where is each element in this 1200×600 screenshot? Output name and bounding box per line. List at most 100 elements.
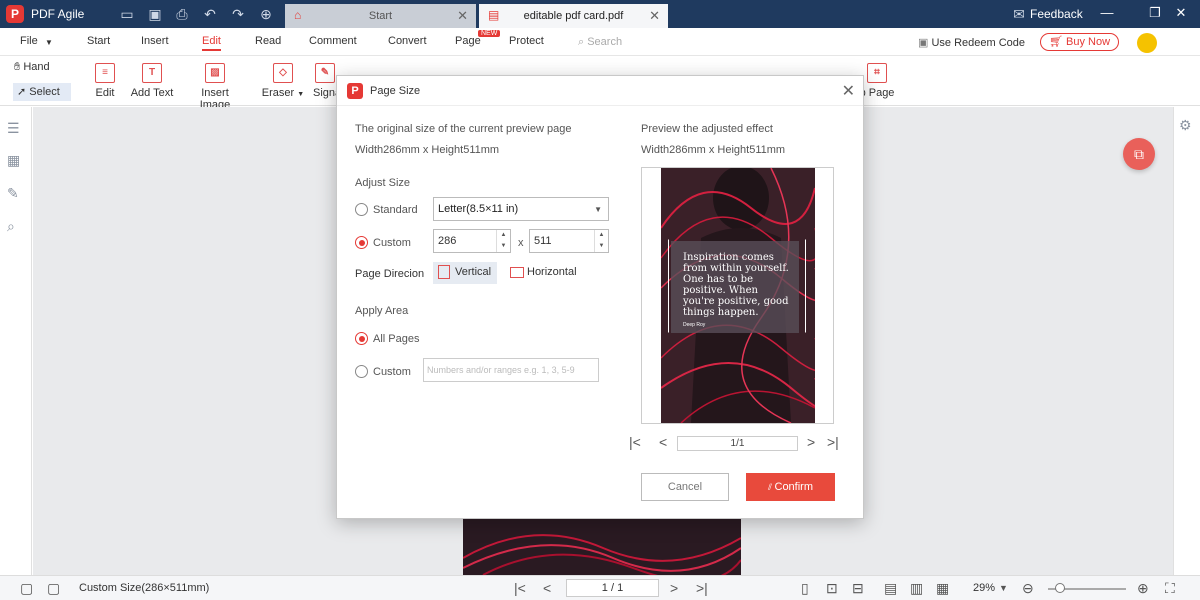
confirm-label: Confirm	[774, 481, 814, 493]
tab-document[interactable]: ▤ editable pdf card.pdf ✕	[479, 4, 668, 28]
thumbnails-icon[interactable]: ▦	[7, 152, 25, 168]
zoom-slider-handle[interactable]	[1055, 583, 1065, 593]
fullscreen-icon[interactable]: ⛶	[1165, 580, 1175, 597]
chevron-down-icon: ▼	[594, 205, 602, 214]
app-logo-icon: P	[347, 83, 363, 99]
new-badge: NEW	[478, 30, 501, 37]
print-icon[interactable]: ⎙	[173, 5, 191, 23]
search-input[interactable]: ⌕ Search	[578, 36, 622, 49]
dialog-header: P Page Size ✕	[337, 76, 863, 106]
page-icon[interactable]: ▢	[47, 580, 60, 597]
search-icon: ⌕	[578, 36, 588, 48]
close-icon[interactable]: ✕	[842, 81, 855, 101]
previous-page-icon[interactable]: <	[659, 434, 667, 450]
zoom-out-icon[interactable]: ⊖	[1022, 580, 1034, 597]
tab-start[interactable]: ⌂ Start ✕	[285, 4, 476, 28]
fit-page-icon[interactable]: ⊡	[826, 580, 838, 597]
single-page-view-icon[interactable]: ▯	[801, 580, 809, 597]
chevron-down-icon[interactable]: ▼	[999, 583, 1008, 593]
page-range-input[interactable]: Numbers and/or ranges e.g. 1, 3, 5-9	[423, 358, 599, 382]
insert-image-button[interactable]: ▨ Insert Image	[185, 63, 245, 111]
hand-label: Hand	[23, 61, 50, 73]
redo-icon[interactable]: ↷	[229, 5, 247, 23]
outline-icon[interactable]: ☰	[7, 120, 25, 136]
status-bar: ▢ ▢ Custom Size(286×511mm) |< < 1 / 1 > …	[0, 575, 1200, 600]
signature-button[interactable]: ✎ Signa	[313, 63, 341, 99]
floating-action-button[interactable]: ⧉	[1123, 138, 1155, 170]
two-page-view-icon[interactable]: ▥	[910, 580, 923, 597]
vertical-label: Vertical	[455, 266, 492, 278]
save-icon[interactable]: ▣	[146, 5, 164, 23]
stepper-arrows-icon[interactable]: ▲ ▼	[496, 230, 510, 252]
upload-icon[interactable]: ⊕	[257, 5, 275, 23]
next-page-icon[interactable]: >	[670, 580, 678, 596]
menu-protect[interactable]: Protect	[509, 35, 544, 47]
facing-view-icon[interactable]: ▦	[936, 580, 949, 597]
stepper-arrows-icon[interactable]: ▲ ▼	[594, 230, 608, 252]
open-folder-icon[interactable]: ▭	[118, 5, 136, 23]
avatar[interactable]	[1137, 33, 1157, 53]
crop-icon: ⧉	[1134, 146, 1144, 162]
custom-size-radio[interactable]	[355, 236, 368, 249]
close-window-icon[interactable]: ✕	[1171, 5, 1191, 21]
undo-icon[interactable]: ↶	[201, 5, 219, 23]
page-number-field[interactable]: 1 / 1	[566, 579, 659, 597]
edit-tool-button[interactable]: ≡ Edit	[94, 63, 116, 99]
search-panel-icon[interactable]: ⌕	[7, 218, 25, 234]
times-sign: x	[518, 237, 524, 249]
preview-page-field[interactable]: 1/1	[677, 436, 798, 451]
menu-insert[interactable]: Insert	[141, 35, 169, 47]
standard-radio[interactable]	[355, 203, 368, 216]
buy-now-label: Buy Now	[1066, 36, 1111, 48]
continuous-view-icon[interactable]: ▤	[884, 580, 897, 597]
hand-tool-button[interactable]: ✋︎ Hand	[14, 61, 50, 74]
next-page-icon[interactable]: >	[807, 434, 815, 450]
menu-page[interactable]: Page	[455, 35, 481, 47]
eraser-button[interactable]: ◇ Eraser ▼	[261, 63, 305, 99]
last-page-icon[interactable]: >|	[696, 580, 708, 596]
menu-edit[interactable]: Edit	[202, 35, 221, 51]
maximize-icon[interactable]: ❐	[1145, 5, 1165, 21]
add-text-button[interactable]: T Add Text	[129, 63, 175, 99]
settings-sliders-icon[interactable]: ⚙	[1179, 117, 1197, 133]
select-tool-button[interactable]: ➚ Select	[13, 83, 71, 101]
fit-width-icon[interactable]: ⊟	[852, 580, 864, 597]
previous-page-icon[interactable]: <	[543, 580, 551, 596]
first-page-icon[interactable]: |<	[629, 434, 641, 450]
all-pages-radio[interactable]	[355, 332, 368, 345]
first-page-icon[interactable]: |<	[514, 580, 526, 596]
feedback-button[interactable]: Feedback	[1030, 7, 1083, 21]
menu-read[interactable]: Read	[255, 35, 281, 47]
custom-range-radio[interactable]	[355, 365, 368, 378]
last-page-icon[interactable]: >|	[827, 434, 839, 450]
page-icon[interactable]: ▢	[20, 580, 33, 597]
page-size-status: Custom Size(286×511mm)	[79, 582, 210, 594]
cursor-icon: ➚	[17, 86, 30, 98]
close-tab-icon[interactable]: ✕	[457, 8, 468, 24]
zoom-in-icon[interactable]: ⊕	[1137, 580, 1149, 597]
all-pages-label: All Pages	[373, 333, 420, 345]
menu-comment[interactable]: Comment	[309, 35, 357, 47]
width-stepper[interactable]: 286 ▲ ▼	[433, 229, 511, 253]
height-stepper[interactable]: 511 ▲ ▼	[529, 229, 609, 253]
horizontal-direction-button[interactable]: Horizontal	[505, 262, 585, 284]
crop-icon: ⌗	[867, 63, 887, 83]
left-sidebar: ☰ ▦ ✎ ⌕	[0, 107, 32, 575]
chevron-down-icon[interactable]: ▼	[45, 38, 53, 47]
menu-start[interactable]: Start	[87, 35, 110, 47]
menu-file[interactable]: File	[20, 35, 38, 47]
menu-convert[interactable]: Convert	[388, 35, 427, 47]
apply-area-label: Apply Area	[355, 305, 409, 317]
standard-size-select[interactable]: Letter(8.5×11 in) ▼	[433, 197, 609, 221]
cancel-button[interactable]: Cancel	[641, 473, 729, 501]
minimize-icon[interactable]: —	[1097, 5, 1117, 20]
zoom-level[interactable]: 29%	[973, 582, 995, 594]
close-tab-icon[interactable]: ✕	[649, 8, 660, 24]
buy-now-button[interactable]: 🛒︎ Buy Now	[1040, 33, 1119, 51]
redeem-code-button[interactable]: ▣ Use Redeem Code	[918, 36, 1025, 49]
quote-author: Deep Roy	[683, 322, 706, 328]
confirm-button[interactable]: ⫽ Confirm	[746, 473, 835, 501]
vertical-direction-button[interactable]: Vertical	[433, 262, 497, 284]
right-sidebar: ⚙	[1173, 107, 1200, 575]
annotations-icon[interactable]: ✎	[7, 185, 25, 201]
